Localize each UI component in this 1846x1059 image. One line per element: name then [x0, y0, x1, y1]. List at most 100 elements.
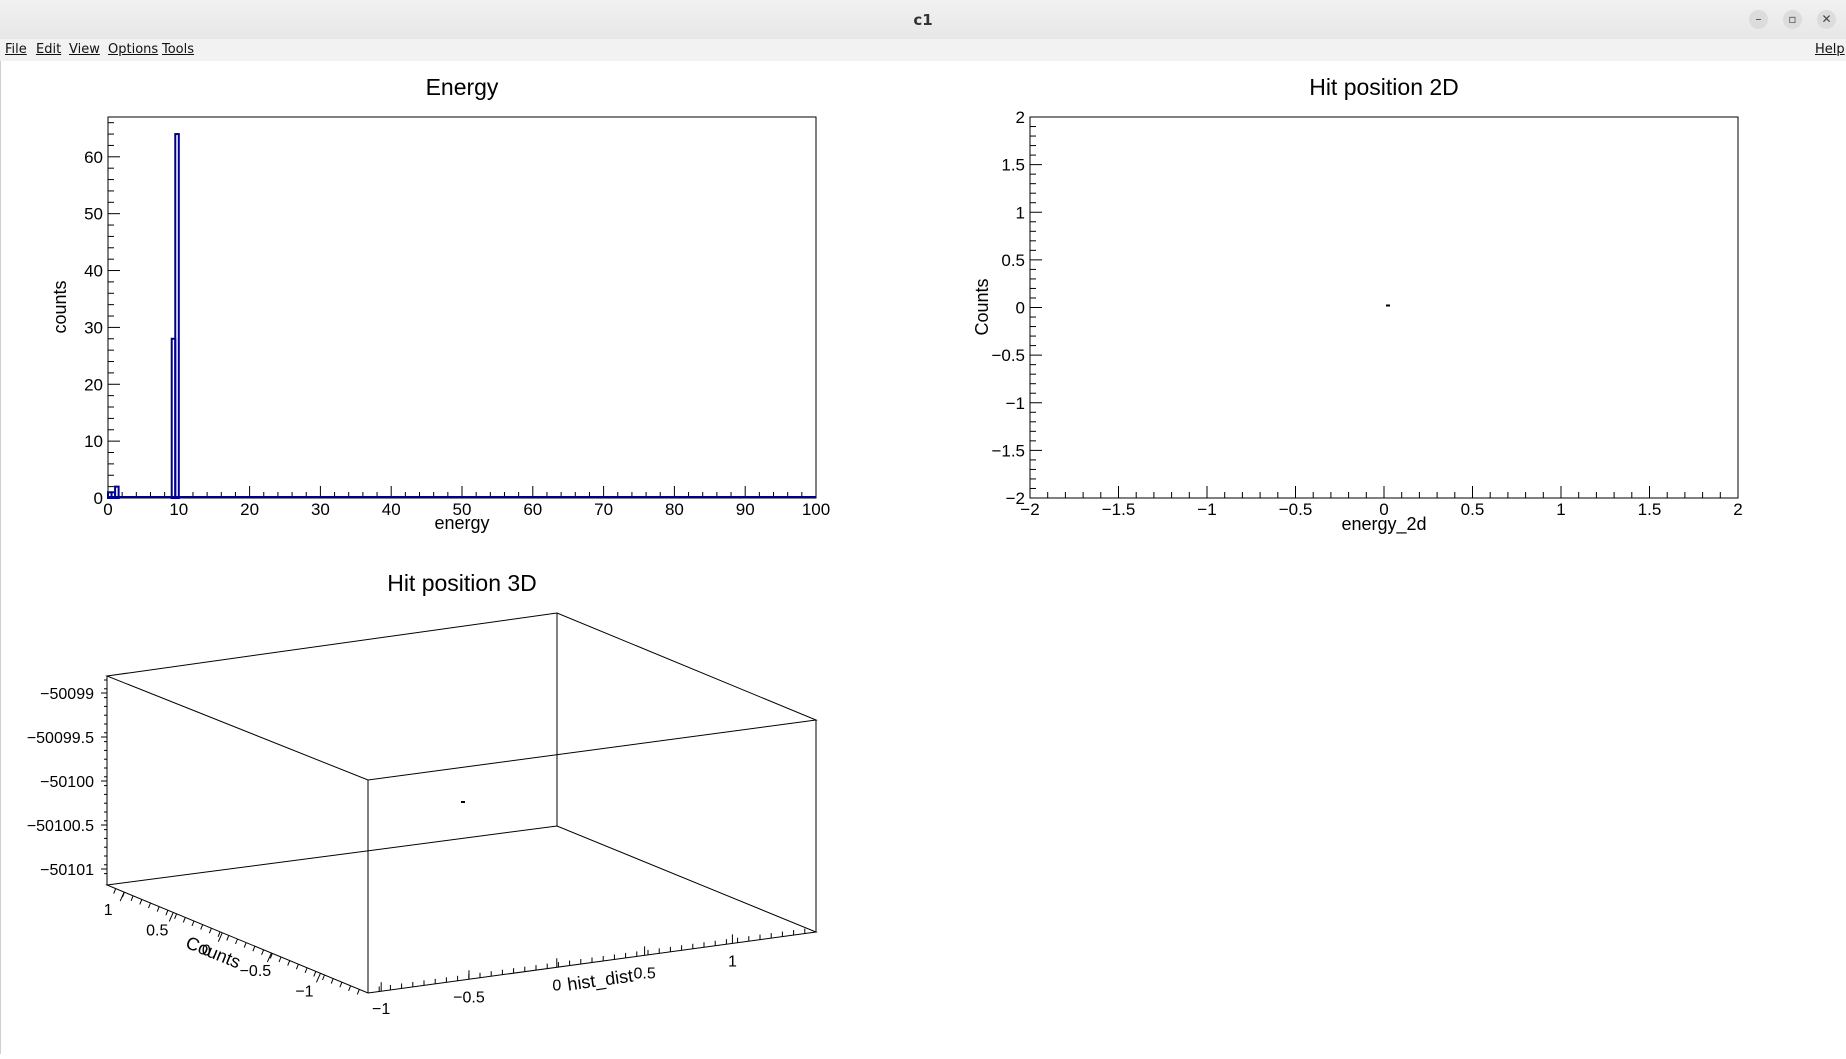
energy-x-tick-label: 0	[103, 500, 112, 519]
window-titlebar[interactable]: c1 – ▫ ✕	[0, 0, 1846, 40]
energy-axis-ticks: 0 10 20 30 40 50 60 70 80 90 1000102030405060	[84, 122, 830, 519]
energy-x-tick-label: 100	[802, 500, 830, 519]
menu-help[interactable]: Help	[1815, 42, 1845, 57]
energy-x-tick-label: 60	[523, 500, 542, 519]
energy-x-tick-label: 90	[736, 500, 755, 519]
hit3d-y-minor-tick	[165, 910, 169, 916]
hit3d-y-minor-tick	[304, 967, 308, 973]
hit3d-y-minor-tick	[139, 899, 143, 905]
energy-y-tick-label: 0	[94, 489, 103, 508]
hit2d-axis-ticks: −2 −1.5 −1 −0.5 0 0.5 1 1.5 2−2−1.5−1−0.500.511.…	[991, 108, 1742, 519]
hit3d-y-minor-tick	[348, 985, 352, 991]
hit2d-frame	[1029, 116, 1739, 499]
energy-x-tick-label: 20	[240, 500, 259, 519]
hit3d-ylabel: Counts	[183, 932, 243, 972]
hit3d-y-minor-tick	[322, 974, 325, 981]
energy-x-tick-label: 40	[382, 500, 401, 519]
energy-pad[interactable]: Energy 0 10 20 30 40 50 60 70 80 90 10001020304050…	[50, 74, 830, 533]
energy-y-tick-label: 50	[84, 205, 103, 224]
menu-tools[interactable]: Tools	[162, 42, 194, 57]
hit3d-y-minor-tick	[313, 971, 317, 977]
hit3d-y-major-tick	[168, 912, 174, 922]
hit3d-y-minor-tick	[252, 946, 256, 952]
hit2d-x-tick-label: −0.5	[1279, 500, 1313, 519]
energy-x-tick-label: 70	[594, 500, 613, 519]
hit3d-y-minor-tick	[113, 888, 117, 894]
energy-title: Energy	[426, 74, 499, 100]
close-button[interactable]: ✕	[1817, 10, 1836, 29]
menu-options[interactable]: Options	[108, 42, 158, 57]
hit2d-x-tick-label: 0.5	[1461, 500, 1485, 519]
hit3d-y-minor-tick	[130, 895, 134, 901]
hit3d-y-minor-tick	[339, 982, 343, 988]
hit2d-y-tick-label: 1.5	[1001, 156, 1025, 175]
root-canvas[interactable]: Energy 0 10 20 30 40 50 60 70 80 90 100 0 10 20 30 40 50…	[0, 61, 1846, 1054]
hit2d-y-tick-label: −1	[1006, 394, 1025, 413]
hit3d-y-minor-tick	[156, 906, 160, 912]
hit2d-pad[interactable]: Hit position 2D −2 −1.5 −1 −0.5 0 0.5 1 1.5 2−2−…	[972, 74, 1743, 535]
energy-y-tick-label: 20	[84, 375, 103, 394]
menu-edit[interactable]: Edit	[36, 42, 61, 57]
energy-y-tick-label: 40	[84, 262, 103, 281]
hit2d-x-tick-label: 1	[1556, 500, 1565, 519]
hit2d-y-tick-label: −1.5	[991, 441, 1025, 460]
energy-y-tick-label: 60	[84, 148, 103, 167]
hit3d-y-minor-tick	[295, 964, 299, 970]
hit3d-y-tick-label: −1	[295, 983, 313, 1000]
hit3d-axis-ticks: −50099 −50099.5 −50100 −50100.5 −50101 1 0.5 0 −…	[27, 679, 806, 1018]
hit2d-xlabel: energy_2d	[1341, 514, 1426, 535]
hit3d-y-minor-tick	[226, 935, 230, 941]
hit2d-ylabel: Counts	[972, 278, 992, 335]
hit3d-y-minor-tick	[148, 902, 151, 909]
hit3d-y-minor-tick	[174, 913, 178, 919]
minimize-button[interactable]: –	[1749, 10, 1768, 29]
hit2d-x-tick-label: 1.5	[1638, 500, 1662, 519]
hit3d-y-major-tick	[315, 973, 321, 983]
hit3d-y-minor-tick	[356, 989, 360, 995]
energy-ylabel: counts	[50, 280, 70, 333]
energy-frame	[107, 116, 817, 499]
hit3d-y-minor-tick	[208, 928, 212, 934]
hit3d-y-tick-label: 0.5	[146, 922, 168, 939]
window-title: c1	[913, 11, 933, 29]
hit3d-y-minor-tick	[243, 942, 247, 948]
hit3d-z-tick-label: −50100.5	[27, 818, 94, 835]
menu-view[interactable]: View	[69, 42, 100, 57]
hit3d-y-minor-tick	[217, 931, 221, 937]
hit3d-y-minor-tick	[235, 938, 238, 945]
hit3d-y-tick-label: 1	[104, 902, 113, 919]
hit3d-z-tick-label: −50101	[40, 862, 94, 879]
hit3d-z-tick-label: −50100	[40, 774, 94, 791]
energy-x-tick-label: 80	[665, 500, 684, 519]
hit3d-x-tick-label: −0.5	[453, 989, 485, 1006]
hit3d-xlabel: hist_dist	[566, 966, 634, 996]
energy-y-tick-label: 10	[84, 432, 103, 451]
hit3d-y-minor-tick	[278, 956, 282, 963]
hit3d-y-minor-tick	[182, 917, 186, 923]
maximize-button[interactable]: ▫	[1783, 10, 1802, 29]
hit2d-x-tick-label: −1.5	[1102, 500, 1136, 519]
hit2d-y-tick-label: 0	[1016, 299, 1025, 318]
energy-xlabel: energy	[434, 513, 489, 533]
hit3d-x-tick-label: 0.5	[633, 965, 655, 982]
canvas-svg: Energy 0 10 20 30 40 50 60 70 80 90 10001020304050…	[27, 74, 1743, 1018]
energy-x-tick-label: 10	[169, 500, 188, 519]
hit3d-z-tick-label: −50099	[40, 686, 94, 703]
hit3d-y-tick-label: −0.5	[240, 963, 272, 980]
hit3d-pad[interactable]: Hit position 3D −50099 −50099.5 −50100 −501…	[27, 570, 818, 1018]
hit2d-x-tick-label: −1	[1197, 500, 1216, 519]
hit2d-title: Hit position 2D	[1309, 74, 1459, 100]
menu-file[interactable]: File	[5, 42, 27, 57]
hit3d-y-minor-tick	[261, 949, 265, 955]
hit3d-x-tick-label: −1	[372, 1001, 390, 1018]
hit3d-y-minor-tick	[200, 924, 204, 930]
menu-bar: File Edit View Options Tools Help	[0, 39, 1846, 62]
energy-y-tick-label: 30	[84, 318, 103, 337]
hit3d-x-tick-label: 1	[728, 953, 737, 970]
hit2d-y-tick-label: 2	[1016, 108, 1025, 127]
hit2d-y-tick-label: 1	[1016, 203, 1025, 222]
hit2d-x-tick-label: 2	[1733, 500, 1742, 519]
hit2d-y-tick-label: 0.5	[1001, 251, 1025, 270]
hit3d-title: Hit position 3D	[387, 570, 537, 596]
energy-x-tick-label: 30	[311, 500, 330, 519]
